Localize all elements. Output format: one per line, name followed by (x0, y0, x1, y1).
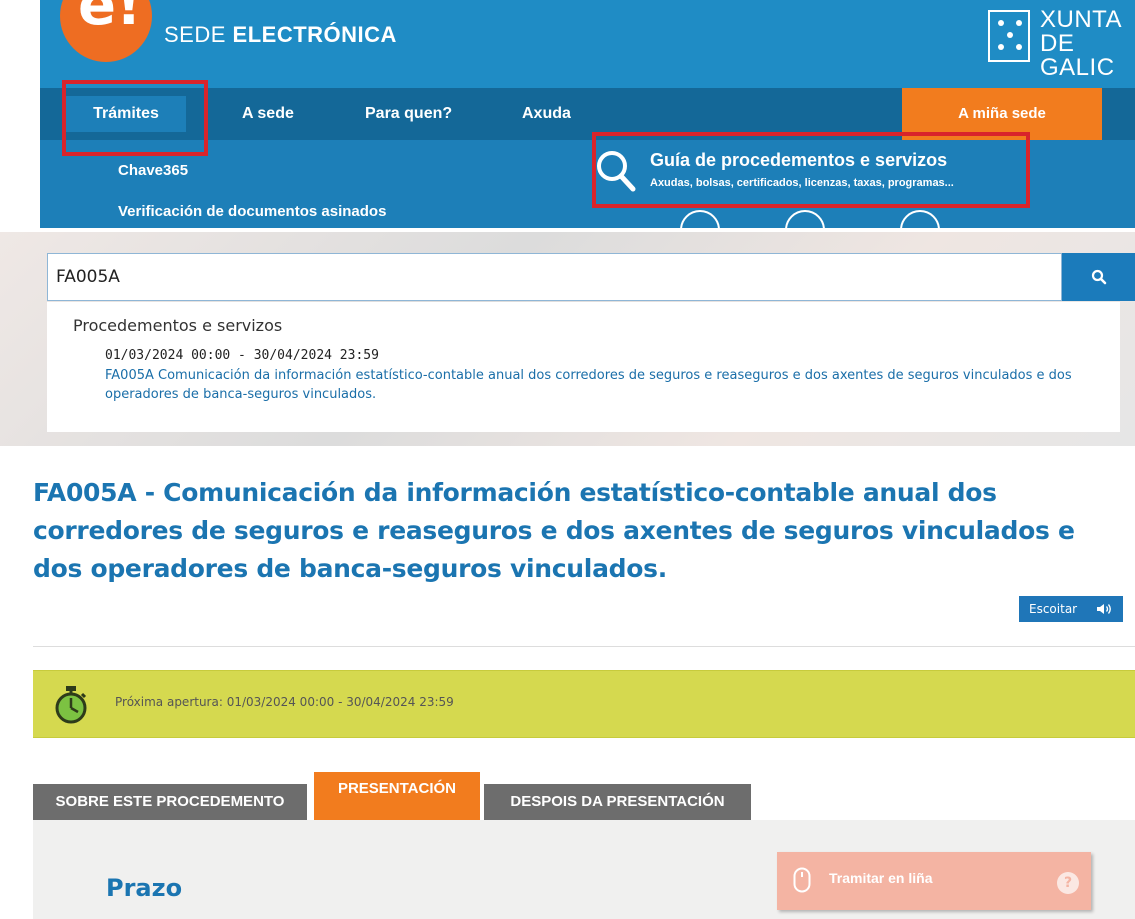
document-icon (900, 210, 940, 228)
results-heading: Procedementos e servizos (73, 316, 283, 335)
search-results-dropdown: Procedementos e servizos 01/03/2024 00:0… (47, 302, 1120, 432)
deco-circle-icon (680, 210, 720, 228)
tab-sobre-procedemento[interactable]: SOBRE ESTE PROCEDEMENTO (33, 784, 307, 820)
emblem-dot (1016, 20, 1022, 26)
logo-letter: e! (78, 0, 142, 38)
search-icon (1091, 269, 1106, 285)
xunta-line1: XUNTA (1040, 6, 1123, 33)
search-button[interactable] (1062, 253, 1135, 301)
xunta-emblem-icon[interactable] (988, 10, 1030, 62)
stopwatch-icon (55, 686, 87, 724)
xunta-logo-text[interactable]: XUNTA DE GALIC (1040, 8, 1135, 80)
emblem-dot (1007, 32, 1013, 38)
notice-text: Próxima apertura: 01/03/2024 00:00 - 30/… (115, 695, 454, 709)
nav-para-quen[interactable]: Para quen? (365, 88, 452, 140)
highlight-tramites (62, 80, 208, 156)
sede-title-bold: ELECTRÓNICA (232, 22, 397, 47)
help-icon[interactable]: ? (1057, 872, 1079, 894)
search-input[interactable] (48, 254, 1061, 300)
divider (33, 646, 1135, 647)
emblem-dot (998, 44, 1004, 50)
site-header: e! SEDE ELECTRÓNICA XUNTA DE GALIC Trámi… (40, 0, 1135, 228)
tab-despois-presentacion[interactable]: DESPOIS DA PRESENTACIÓN (484, 784, 751, 820)
result-link[interactable]: FA005A Comunicación da información estat… (105, 366, 1105, 404)
nav-a-sede[interactable]: A sede (242, 88, 294, 140)
search-section: Procedementos e servizos 01/03/2024 00:0… (0, 232, 1135, 446)
xunta-line2: DE GALIC (1040, 30, 1115, 81)
search-bar (47, 253, 1062, 301)
result-date-range: 01/03/2024 00:00 - 30/04/2024 23:59 (105, 348, 379, 363)
procedure-title: FA005A - Comunicación da información est… (33, 478, 1075, 583)
tramitar-online-button[interactable]: Tramitar en liña ? (777, 852, 1091, 910)
graduation-cap-icon (785, 210, 825, 228)
speaker-icon (1097, 604, 1111, 614)
sede-title: SEDE ELECTRÓNICA (164, 22, 397, 48)
listen-button[interactable]: Escoitar (1019, 596, 1123, 622)
emblem-dot (998, 20, 1004, 26)
submenu-verificacion[interactable]: Verificación de documentos asinados (118, 203, 386, 220)
next-opening-notice: Próxima apertura: 01/03/2024 00:00 - 30/… (33, 670, 1135, 738)
tab-presentacion[interactable]: PRESENTACIÓN (314, 772, 480, 820)
sede-title-prefix: SEDE (164, 22, 233, 47)
section-heading-prazo: Prazo (106, 874, 183, 902)
nav-axuda[interactable]: Axuda (522, 88, 571, 140)
submenu-chave365[interactable]: Chave365 (118, 162, 188, 179)
tramitar-label: Tramitar en liña (829, 870, 933, 886)
mouse-icon (793, 867, 811, 893)
highlight-guia (592, 132, 1030, 208)
listen-label: Escoitar (1029, 602, 1078, 616)
emblem-dot (1016, 44, 1022, 50)
